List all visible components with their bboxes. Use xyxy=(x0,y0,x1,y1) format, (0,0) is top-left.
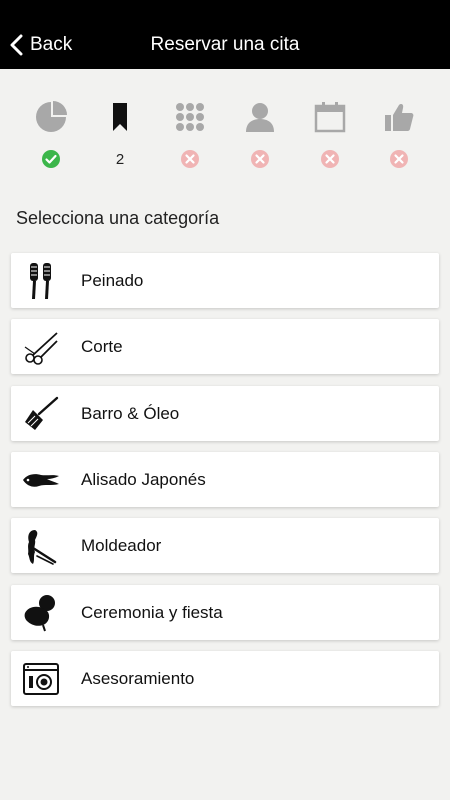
scissors-icon xyxy=(24,331,58,365)
category-item-ceremonia-fiesta[interactable]: Ceremonia y fiesta xyxy=(11,585,439,640)
bookmark-icon xyxy=(113,103,127,131)
thumbs-up-icon xyxy=(385,104,414,131)
category-label: Asesoramiento xyxy=(81,668,195,688)
step-status-pending xyxy=(180,149,200,169)
category-item-alisado-japones[interactable]: Alisado Japonés xyxy=(11,452,439,507)
category-label: Corte xyxy=(81,336,123,356)
person-icon xyxy=(246,103,274,132)
step-status-pending xyxy=(250,149,270,169)
step-number: 2 xyxy=(115,150,125,168)
x-circle-icon xyxy=(321,150,339,168)
curling-iron-icon xyxy=(28,529,57,565)
straight-hair-icon xyxy=(23,473,59,487)
step-status-pending xyxy=(389,149,409,169)
category-item-peinado[interactable]: Peinado xyxy=(11,253,439,308)
step-professional xyxy=(225,100,295,172)
step-confirm xyxy=(364,100,434,172)
hair-brushes-icon xyxy=(30,262,51,299)
category-item-corte[interactable]: Corte xyxy=(11,319,439,374)
x-circle-icon xyxy=(390,150,408,168)
step-status-done xyxy=(41,149,61,169)
category-label: Moldeador xyxy=(81,535,162,555)
category-label: Alisado Japonés xyxy=(81,469,206,489)
x-circle-icon xyxy=(251,150,269,168)
step-status-pending xyxy=(320,149,340,169)
category-label: Barro & Óleo xyxy=(81,403,180,423)
page-title: Reservar una cita xyxy=(150,34,300,55)
category-item-asesoramiento[interactable]: Asesoramiento xyxy=(11,651,439,706)
consulting-screen-icon xyxy=(23,662,59,695)
dye-brush-icon xyxy=(25,396,59,430)
pie-chart-icon xyxy=(36,101,67,132)
top-navigation-bar: Back Reservar una cita xyxy=(0,0,450,69)
grid-icon xyxy=(176,103,204,131)
step-date xyxy=(295,100,365,172)
updo-hairstyle-icon xyxy=(24,594,55,631)
category-label: Peinado xyxy=(81,270,144,290)
section-title: Selecciona una categoría xyxy=(16,208,220,228)
x-circle-icon xyxy=(181,150,199,168)
category-label: Ceremonia y fiesta xyxy=(81,602,223,622)
calendar-icon xyxy=(314,102,346,133)
step-category-type xyxy=(16,100,86,172)
category-item-barro-oleo[interactable]: Barro & Óleo xyxy=(11,386,439,441)
step-service xyxy=(155,100,225,172)
step-category: 2 xyxy=(85,100,155,172)
check-circle-icon xyxy=(42,150,60,168)
booking-steps: 2 xyxy=(16,100,434,172)
category-item-moldeador[interactable]: Moldeador xyxy=(11,518,439,573)
